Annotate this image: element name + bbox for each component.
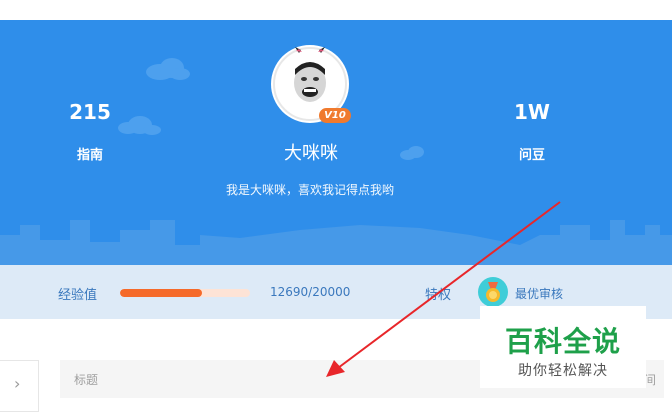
privilege-label: 特权 bbox=[425, 288, 452, 303]
top-bar bbox=[0, 0, 672, 21]
user-bio: 我是大咪咪，喜欢我记得点我哟 bbox=[225, 183, 394, 197]
privilege-item[interactable]: 最优审核 bbox=[515, 285, 563, 302]
chevron-right-icon: › bbox=[14, 374, 21, 393]
stat-guides-label: 指南 bbox=[76, 148, 103, 163]
stat-guides-value: 215 bbox=[69, 100, 111, 124]
stat-beans[interactable]: 1W 问豆 bbox=[492, 100, 572, 163]
experience-label: 经验值 bbox=[58, 288, 98, 303]
stat-guides[interactable]: 215 指南 bbox=[50, 100, 130, 163]
watermark-title: 百科全说 bbox=[504, 325, 621, 358]
experience-progress-track bbox=[120, 289, 250, 297]
stat-beans-value: 1W bbox=[514, 100, 550, 124]
medal-icon[interactable] bbox=[478, 277, 508, 307]
experience-progress-fill bbox=[120, 289, 203, 297]
experience-value: 12690/20000 bbox=[270, 285, 351, 299]
side-expand-button[interactable]: › bbox=[0, 360, 39, 412]
watermark-logo: 百科全说 助你轻松解决 bbox=[480, 306, 646, 388]
level-badge: V10 bbox=[319, 108, 351, 123]
watermark-subtitle: 助你轻松解决 bbox=[518, 363, 608, 379]
stat-beans-label: 问豆 bbox=[518, 148, 545, 163]
title-placeholder: 标题 bbox=[74, 373, 99, 387]
username: 大咪咪 bbox=[284, 143, 338, 164]
